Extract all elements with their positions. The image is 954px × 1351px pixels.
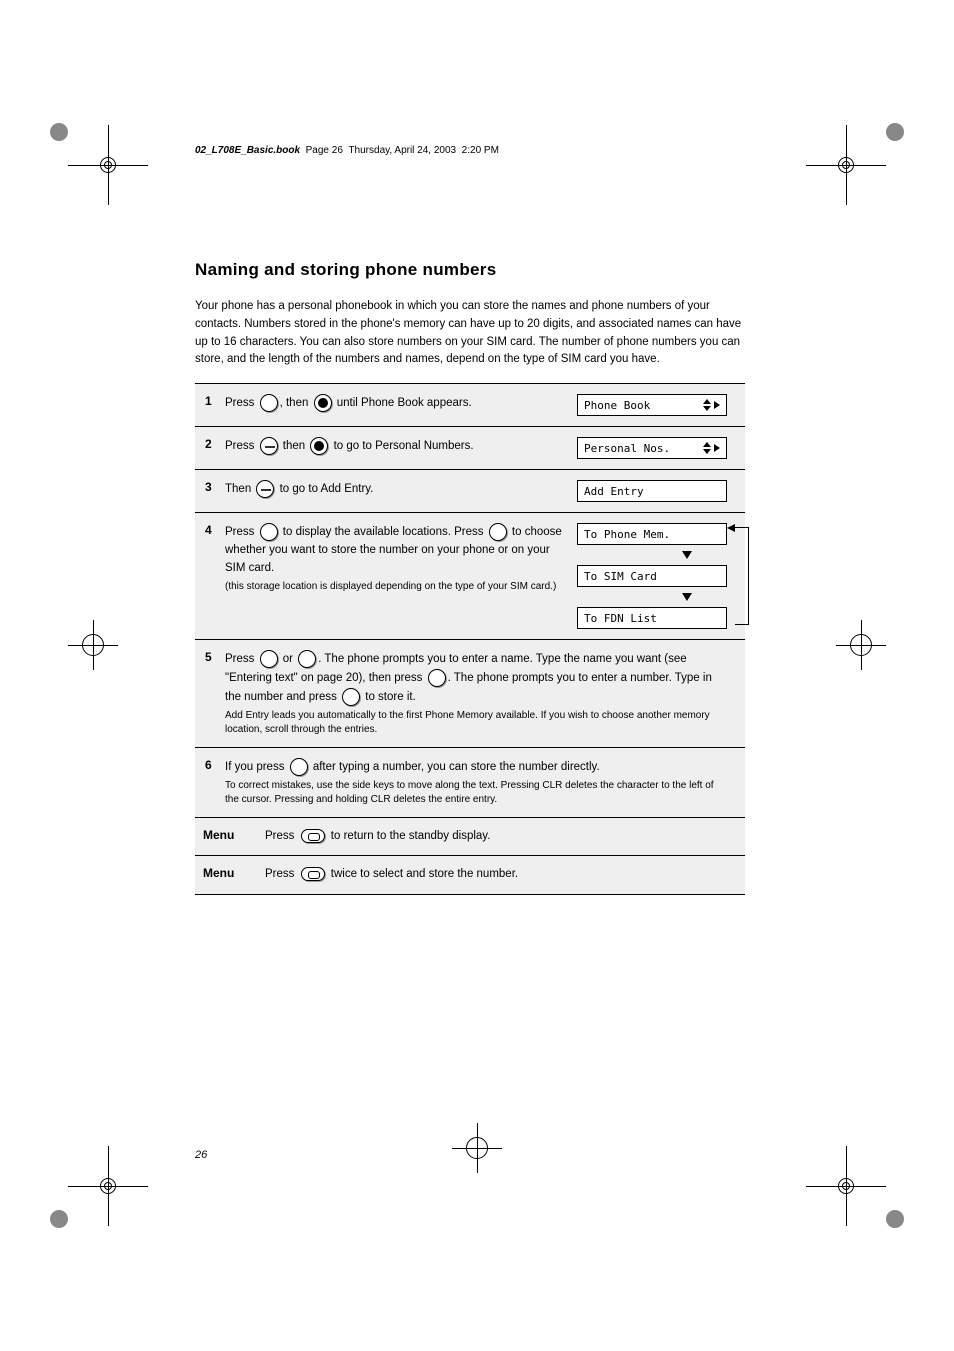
crop-mark — [68, 620, 118, 670]
step-row: 6 If you press after typing a number, yo… — [195, 747, 745, 817]
menu-label: Menu — [203, 828, 234, 842]
step-number: 1 — [205, 394, 212, 408]
flow-arrow-icon — [682, 593, 692, 601]
crop-mark — [68, 1146, 148, 1226]
step-number: 3 — [205, 480, 212, 494]
lcd-readout: Personal Nos. — [577, 437, 727, 459]
loop-arrow-icon — [735, 527, 749, 625]
ok-button-icon — [260, 650, 278, 668]
step-display: Personal Nos. — [577, 437, 737, 459]
ok-button-icon — [260, 437, 278, 455]
step-row: 2 Press then to go to Personal Numbers. … — [195, 426, 745, 469]
step-text: Press to display the available locations… — [225, 523, 577, 593]
lcd-readout: To Phone Mem. — [577, 523, 727, 545]
step-display: To Phone Mem. To SIM Card To FDN List — [577, 523, 737, 629]
step-row: 1 Press , then until Phone Book appears.… — [195, 383, 745, 426]
nav-button-icon — [489, 523, 507, 541]
ok-button-icon — [290, 758, 308, 776]
step-text: If you press after typing a number, you … — [225, 758, 737, 807]
down-button-icon — [314, 394, 332, 412]
crop-mark — [452, 1123, 502, 1173]
ok-button-icon — [342, 688, 360, 706]
step-display: Add Entry — [577, 480, 737, 502]
crop-mark — [836, 620, 886, 670]
step-text: Press then to go to Personal Numbers. — [225, 437, 577, 456]
ok-button-icon — [260, 523, 278, 541]
note-text: Add Entry leads you automatically to the… — [225, 709, 727, 737]
down-button-icon — [310, 437, 328, 455]
page-title: Naming and storing phone numbers — [195, 260, 745, 280]
end-key-icon — [301, 829, 325, 843]
header-time: 2:20 PM — [462, 145, 499, 156]
lcd-readout: Phone Book — [577, 394, 727, 416]
ok-button-icon — [428, 669, 446, 687]
step-text: Press or . The phone prompts you to ente… — [225, 650, 737, 737]
step-text: Then to go to Add Entry. — [225, 480, 577, 499]
step-number: 6 — [205, 758, 212, 772]
note-text: To correct mistakes, use the side keys t… — [225, 779, 727, 807]
step-row: 4 Press to display the available locatio… — [195, 512, 745, 639]
step-row: Menu Press to return to the standby disp… — [195, 817, 745, 856]
steps-panel: 1 Press , then until Phone Book appears.… — [195, 383, 745, 895]
step-number: 2 — [205, 437, 212, 451]
crop-mark — [806, 125, 886, 205]
step-number: 5 — [205, 650, 212, 664]
end-key-icon — [301, 867, 325, 881]
page-label: Page 26 — [306, 145, 343, 156]
crop-mark — [806, 1146, 886, 1226]
file-name: 02_L708E_Basic.book — [195, 145, 300, 156]
step-row: 3 Then to go to Add Entry. Add Entry — [195, 469, 745, 512]
page-content: Naming and storing phone numbers Your ph… — [195, 260, 745, 895]
step-text: Press , then until Phone Book appears. — [225, 394, 577, 413]
step-text: Press twice to select and store the numb… — [265, 866, 737, 884]
running-header: 02_L708E_Basic.book Page 26 Thursday, Ap… — [195, 145, 499, 156]
flow-arrow-icon — [682, 551, 692, 559]
step-display: Phone Book — [577, 394, 737, 416]
crop-mark — [68, 125, 148, 205]
intro-paragraph: Your phone has a personal phonebook in w… — [195, 298, 745, 369]
lcd-readout: To FDN List — [577, 607, 727, 629]
lcd-readout: Add Entry — [577, 480, 727, 502]
ok-button-icon — [256, 480, 274, 498]
step-row: Menu Press twice to select and store the… — [195, 855, 745, 895]
nav-button-icon — [298, 650, 316, 668]
step-text: Press to return to the standby display. — [265, 828, 737, 846]
step-number: 4 — [205, 523, 212, 537]
menu-button-icon — [260, 394, 278, 412]
header-date: Thursday, April 24, 2003 — [348, 145, 456, 156]
footnote: (this storage location is displayed depe… — [225, 580, 567, 594]
step-row: 5 Press or . The phone prompts you to en… — [195, 639, 745, 747]
lcd-readout: To SIM Card — [577, 565, 727, 587]
menu-label: Menu — [203, 866, 234, 880]
page-number: 26 — [195, 1149, 207, 1161]
